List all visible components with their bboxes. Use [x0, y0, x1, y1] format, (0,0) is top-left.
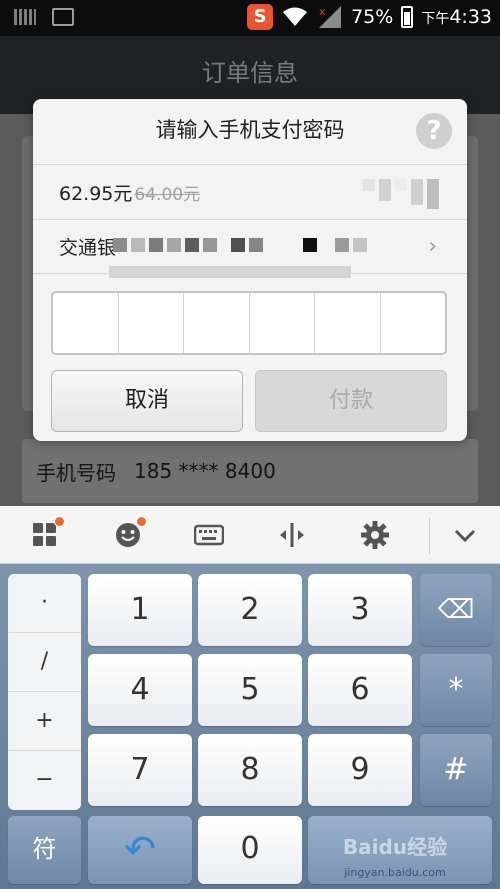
- watermark: Baidu经验 jingyan.baidu.com: [342, 835, 448, 879]
- pay-button[interactable]: 付款: [255, 370, 447, 432]
- key-1[interactable]: 1: [88, 574, 192, 646]
- symbols-key[interactable]: 符: [8, 816, 81, 884]
- cursor-icon[interactable]: [277, 520, 307, 550]
- battery-icon: [401, 6, 414, 28]
- phone-label: 手机号码: [36, 460, 116, 485]
- image-notification-icon: [52, 8, 74, 26]
- masked-card-number: [113, 238, 367, 252]
- keyboard-notification-icon: [14, 9, 36, 25]
- key-6[interactable]: 6: [308, 654, 412, 726]
- star-key[interactable]: *: [420, 654, 492, 726]
- clock: 下午4:33: [421, 6, 492, 28]
- symbol-key-minus[interactable]: −: [8, 751, 81, 810]
- bank-name: 交通银: [59, 236, 117, 259]
- wifi-icon: [283, 7, 308, 26]
- symbol-column: · / + −: [8, 574, 81, 810]
- key-2[interactable]: 2: [198, 574, 302, 646]
- phone-value: 185 **** 8400: [134, 459, 276, 483]
- masked-info: [363, 179, 439, 209]
- settings-icon[interactable]: [360, 520, 390, 550]
- symbol-key-plus[interactable]: +: [8, 692, 81, 751]
- signal-icon: x: [319, 6, 342, 28]
- password-digit-5[interactable]: [315, 293, 381, 353]
- svg-text:x: x: [319, 6, 326, 18]
- delete-key[interactable]: ⌫: [420, 574, 492, 646]
- key-7[interactable]: 7: [88, 734, 192, 806]
- key-9[interactable]: 9: [308, 734, 412, 806]
- password-digit-1[interactable]: [53, 293, 119, 353]
- phone-row: 手机号码 185 **** 8400: [22, 439, 478, 503]
- divider: [33, 273, 467, 274]
- bank-card-row[interactable]: 交通银 ›: [33, 220, 467, 272]
- password-digit-6[interactable]: [381, 293, 446, 353]
- key-3[interactable]: 3: [308, 574, 412, 646]
- back-key[interactable]: ↶: [88, 816, 192, 884]
- password-digit-3[interactable]: [184, 293, 250, 353]
- hash-key[interactable]: #: [420, 734, 492, 806]
- notification-dot: [54, 516, 65, 527]
- amount-row: 62.95元 64.00元: [33, 165, 467, 220]
- password-digit-2[interactable]: [119, 293, 184, 353]
- key-0[interactable]: 0: [198, 816, 302, 884]
- keyboard-icon[interactable]: [194, 520, 224, 550]
- battery-percentage: 75%: [351, 6, 394, 28]
- dialog-title: 请输入手机支付密码 ?: [33, 99, 467, 165]
- keyboard-toolbar: [0, 506, 500, 564]
- undo-arrow-icon: ↶: [124, 827, 156, 871]
- numeric-keyboard: · / + − 1 2 3 ⌫ 4 5 6 * 7 8 9 # 符 ↶ 0 Ba…: [0, 564, 500, 889]
- sogou-icon: S: [247, 4, 274, 30]
- status-bar: S x 75% 下午4:33: [0, 0, 500, 36]
- original-amount: 64.00元: [134, 184, 201, 205]
- key-5[interactable]: 5: [198, 654, 302, 726]
- symbol-key-dot[interactable]: ·: [8, 574, 81, 633]
- payment-password-dialog: 请输入手机支付密码 ? 62.95元 64.00元 交通银 › 取消 付款: [33, 99, 467, 441]
- key-4[interactable]: 4: [88, 654, 192, 726]
- notification-dot: [136, 516, 147, 527]
- key-8[interactable]: 8: [198, 734, 302, 806]
- symbol-key-slash[interactable]: /: [8, 633, 81, 692]
- help-icon[interactable]: ?: [416, 113, 452, 149]
- chevron-right-icon: ›: [428, 234, 437, 259]
- pay-amount: 62.95元: [59, 182, 133, 205]
- toolbar-divider: [429, 518, 430, 554]
- password-digit-4[interactable]: [250, 293, 315, 353]
- chevron-down-icon[interactable]: [450, 520, 480, 550]
- masked-card-detail: [109, 266, 351, 278]
- cancel-button[interactable]: 取消: [51, 370, 243, 432]
- password-input[interactable]: [51, 291, 447, 355]
